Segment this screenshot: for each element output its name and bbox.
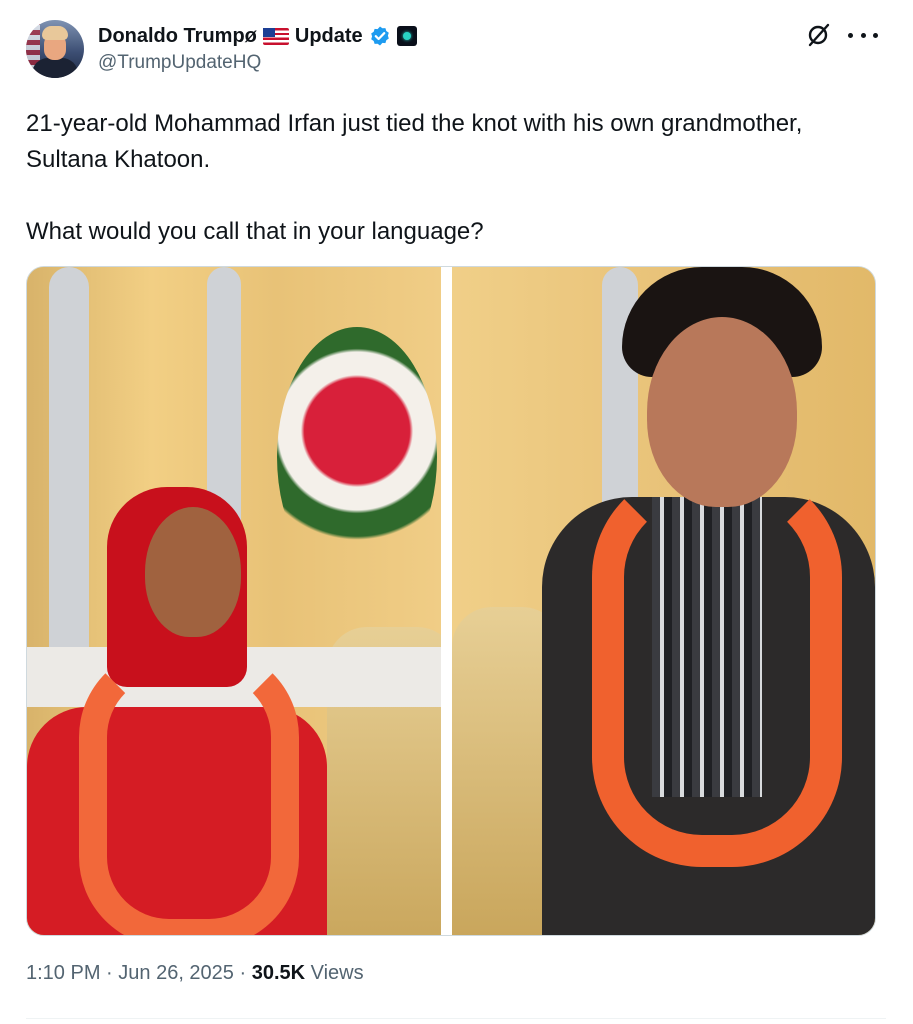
avatar-hair <box>42 26 68 40</box>
tweet-text-line-1: 21-year-old Mohammad Irfan just tied the… <box>26 110 803 173</box>
orange-garland <box>592 467 842 867</box>
tweet-text-line-2: What would you call that in your languag… <box>26 218 484 245</box>
dot-icon <box>860 32 866 38</box>
affiliate-badge-icon[interactable] <box>396 26 417 46</box>
tweet-time[interactable]: 1:10 PM <box>26 962 100 984</box>
meta-separator: · <box>100 962 119 984</box>
meta-separator: · <box>233 962 252 984</box>
views-label: Views <box>305 962 364 984</box>
pillar <box>49 267 89 667</box>
flower-arrangement <box>277 327 437 587</box>
author-name-suffix[interactable]: Update <box>295 25 363 48</box>
avatar-suit <box>32 58 78 78</box>
verified-badge-icon[interactable] <box>369 25 391 47</box>
tweet-card: Donaldo Trumpø Update @TrumpUpdateHQ 21-… <box>0 0 913 1024</box>
tweet-text: 21-year-old Mohammad Irfan just tied the… <box>26 106 866 250</box>
views-count: 30.5K <box>251 962 306 984</box>
photo-divider <box>441 267 452 935</box>
divider <box>26 1018 886 1019</box>
tweet-meta: 1:10 PM · Jun 26, 2025 · 30.5K Views <box>26 962 364 985</box>
author-name-row[interactable]: Donaldo Trumpø Update <box>98 22 417 50</box>
us-flag-icon <box>262 27 289 45</box>
tweet-date[interactable]: Jun 26, 2025 <box>118 962 234 984</box>
author-name[interactable]: Donaldo Trumpø <box>98 25 257 48</box>
more-options-icon[interactable] <box>848 22 878 48</box>
author-handle[interactable]: @TrumpUpdateHQ <box>98 52 261 74</box>
left-photo[interactable] <box>27 267 441 935</box>
right-photo[interactable] <box>452 267 875 935</box>
orange-garland <box>79 647 299 935</box>
grok-icon[interactable] <box>806 22 832 48</box>
dot-icon <box>873 32 878 38</box>
woman-face <box>145 507 241 637</box>
dot-icon <box>848 32 853 38</box>
tweet-media[interactable] <box>26 266 876 936</box>
author-avatar[interactable] <box>26 20 84 78</box>
